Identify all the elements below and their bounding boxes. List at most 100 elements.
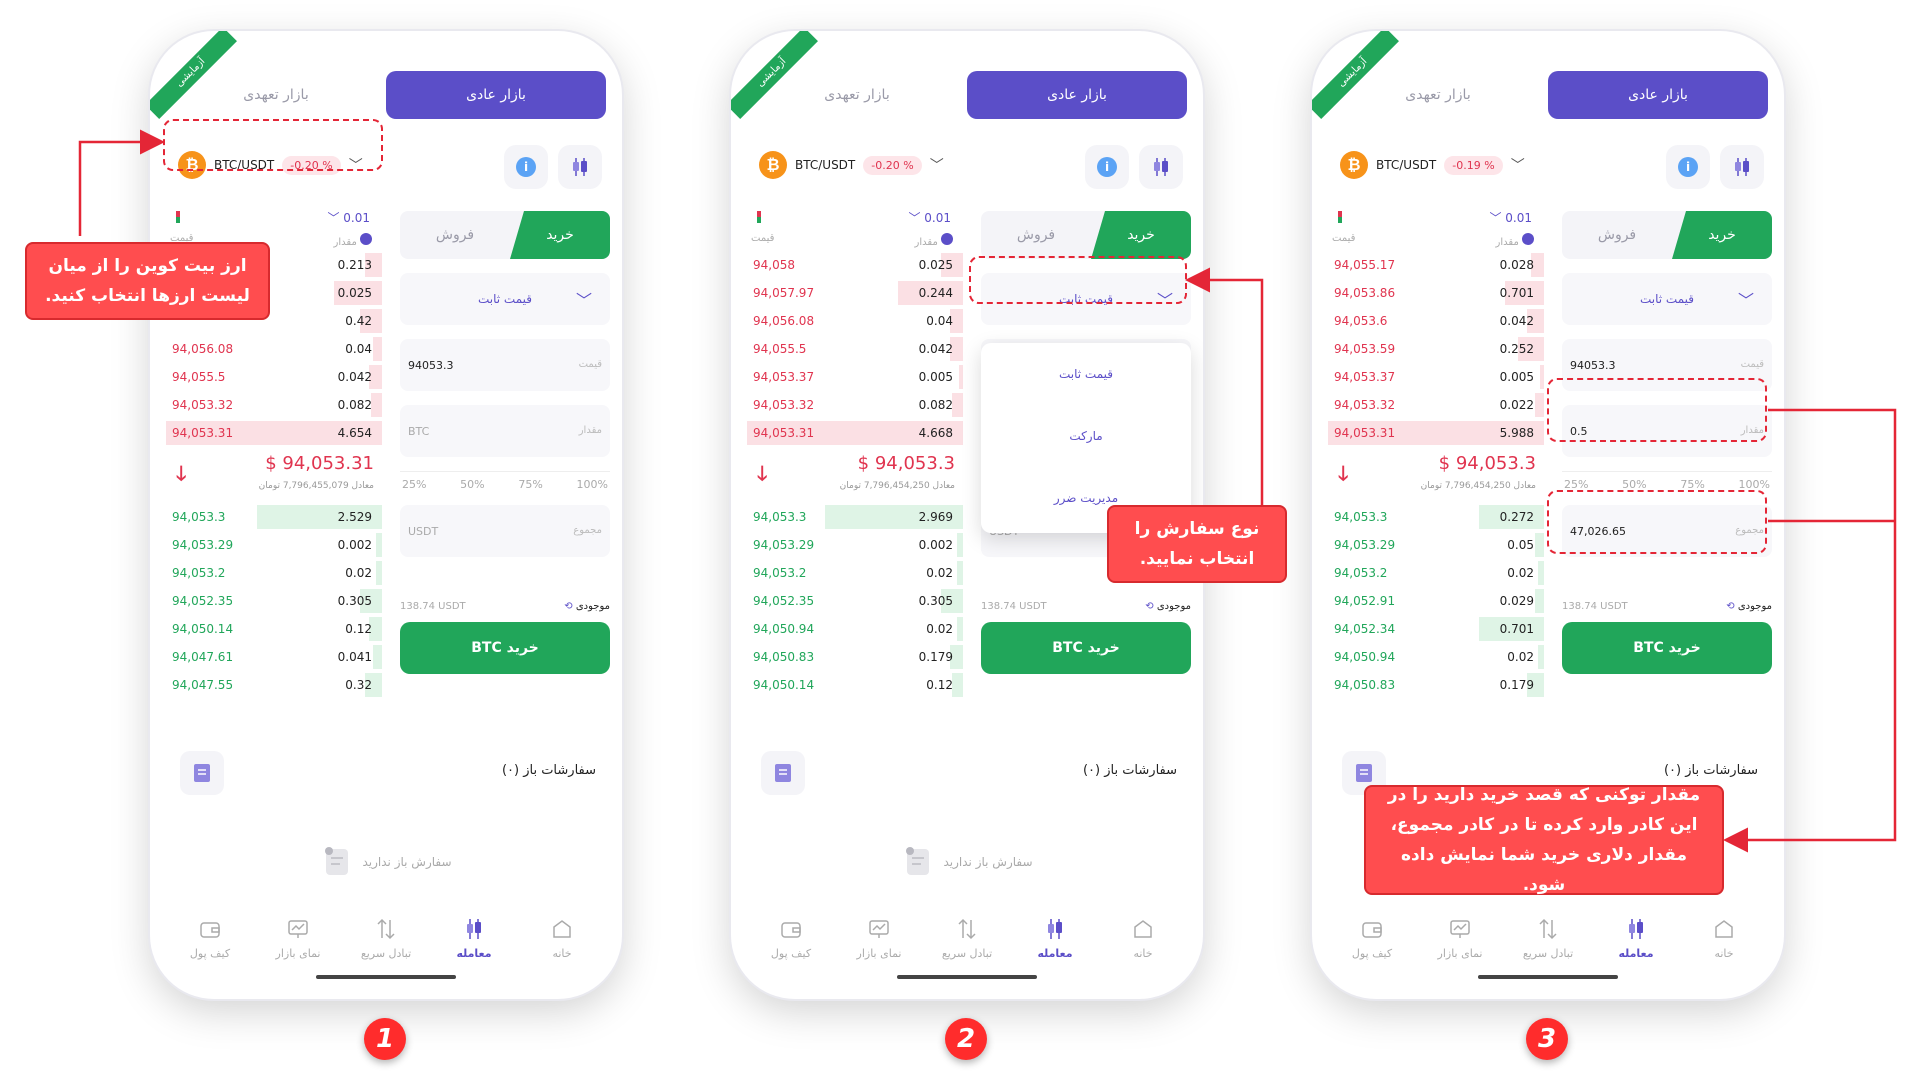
chart-button[interactable] <box>1139 145 1183 189</box>
nav-trade[interactable]: معامله <box>1015 917 1095 997</box>
bid-row[interactable]: 94,053.2 0.02 <box>166 559 382 587</box>
precision-selector[interactable]: ﹀ 0.01 <box>327 209 370 226</box>
precision-selector[interactable]: ﹀ 0.01 <box>908 209 951 226</box>
nav-home[interactable]: خانه <box>522 917 602 997</box>
sell-tab[interactable]: فروش <box>400 211 510 259</box>
nav-quick-swap[interactable]: تبادل سریع <box>1508 917 1588 997</box>
bid-row[interactable]: 94,053.3 2.529 <box>166 503 382 531</box>
ask-row[interactable]: 94,053.6 0.042 <box>1328 307 1544 335</box>
ask-row[interactable]: 94,053.59 0.252 <box>1328 335 1544 363</box>
ask-row[interactable]: 94,056.08 0.04 <box>166 335 382 363</box>
price-input[interactable]: 94053.3 قیمت <box>400 339 610 391</box>
ask-row[interactable]: 94,058 0.025 <box>747 251 963 279</box>
tab-spot-market[interactable]: بازار عادی <box>967 71 1187 119</box>
bid-row[interactable]: 94,050.14 0.12 <box>747 671 963 699</box>
ask-row[interactable]: 94,053.31 4.654 <box>166 419 382 447</box>
info-button[interactable]: i <box>1666 145 1710 189</box>
buy-tab[interactable]: خرید <box>1091 211 1191 259</box>
buy-btc-button[interactable]: خرید BTC <box>1562 622 1772 674</box>
chart-button[interactable] <box>558 145 602 189</box>
nav-market-view[interactable]: نمای بازار <box>258 917 338 997</box>
nav-market-view[interactable]: نمای بازار <box>1420 917 1500 997</box>
ask-row[interactable]: 94,053.37 0.005 <box>747 363 963 391</box>
tab-spot-market[interactable]: بازار عادی <box>386 71 606 119</box>
order-type-option[interactable]: قیمت ثابت <box>981 343 1191 405</box>
bid-row[interactable]: 94,053.2 0.02 <box>1328 559 1544 587</box>
nav-wallet[interactable]: کیف پول <box>751 917 831 997</box>
bid-row[interactable]: 94,053.29 0.05 <box>1328 531 1544 559</box>
order-book-mode-icon[interactable] <box>757 211 761 223</box>
nav-wallet[interactable]: کیف پول <box>170 917 250 997</box>
bid-row[interactable]: 94,050.94 0.02 <box>747 615 963 643</box>
chart-button[interactable] <box>1720 145 1764 189</box>
buy-btc-button[interactable]: خرید BTC <box>400 622 610 674</box>
ask-row[interactable]: 94,053.32 0.082 <box>166 391 382 419</box>
info-button[interactable]: i <box>1085 145 1129 189</box>
order-book-mode-icon[interactable] <box>1338 211 1342 223</box>
percent-25[interactable]: 25% <box>402 478 426 491</box>
percent-75[interactable]: 75% <box>518 478 542 491</box>
nav-market-view[interactable]: نمای بازار <box>839 917 919 997</box>
bid-row[interactable]: 94,052.35 0.305 <box>747 587 963 615</box>
balance-row: 138.74 USDT موجودی ⟲ <box>400 601 610 612</box>
percent-slider[interactable]: 25% 50% 75% 100% <box>400 471 610 491</box>
bid-row[interactable]: 94,047.61 0.041 <box>166 643 382 671</box>
bid-row[interactable]: 94,053.2 0.02 <box>747 559 963 587</box>
ask-row[interactable]: 94,053.32 0.082 <box>747 391 963 419</box>
bid-row[interactable]: 94,050.94 0.02 <box>1328 643 1544 671</box>
bid-row[interactable]: 94,050.14 0.12 <box>166 615 382 643</box>
nav-quick-swap[interactable]: تبادل سریع <box>927 917 1007 997</box>
bid-row[interactable]: 94,050.83 0.179 <box>747 643 963 671</box>
ask-amount: 0.025 <box>918 258 953 272</box>
ask-row[interactable]: 94,053.31 4.668 <box>747 419 963 447</box>
sell-tab[interactable]: فروش <box>981 211 1091 259</box>
order-type-select[interactable]: قیمت ثابت ﹀ <box>1562 273 1772 325</box>
nav-trade[interactable]: معامله <box>434 917 514 997</box>
pair-selector[interactable]: ₿ BTC/USDT -0.19 % ﹀ <box>1332 143 1542 187</box>
buy-tab[interactable]: خرید <box>1672 211 1772 259</box>
ask-row[interactable]: 94,056.08 0.04 <box>747 307 963 335</box>
order-history-button[interactable] <box>761 751 805 795</box>
ask-row[interactable]: 94,053.37 0.005 <box>1328 363 1544 391</box>
amount-input[interactable]: BTC مقدار <box>400 405 610 457</box>
ask-row[interactable]: 94,055.5 0.042 <box>166 363 382 391</box>
order-book-mode-icon[interactable] <box>176 211 180 223</box>
bid-row[interactable]: 94,052.91 0.029 <box>1328 587 1544 615</box>
nav-home[interactable]: خانه <box>1103 917 1183 997</box>
bid-row[interactable]: 94,047.55 0.32 <box>166 671 382 699</box>
nav-wallet[interactable]: کیف پول <box>1332 917 1412 997</box>
price-input-label: قیمت <box>1740 359 1764 370</box>
bid-row[interactable]: 94,052.35 0.305 <box>166 587 382 615</box>
bid-row[interactable]: 94,053.29 0.002 <box>166 531 382 559</box>
tab-spot-market[interactable]: بازار عادی <box>1548 71 1768 119</box>
ask-row[interactable]: 94,057.97 0.244 <box>747 279 963 307</box>
precision-selector[interactable]: ﹀ 0.01 <box>1489 209 1532 226</box>
buy-btc-button[interactable]: خرید BTC <box>981 622 1191 674</box>
total-input[interactable]: USDT مجموع <box>400 505 610 557</box>
percent-100[interactable]: 100% <box>577 478 608 491</box>
info-icon <box>1522 233 1534 245</box>
sell-tab[interactable]: فروش <box>1562 211 1672 259</box>
order-history-button[interactable] <box>180 751 224 795</box>
pair-selector[interactable]: ₿ BTC/USDT -0.20 % ﹀ <box>751 143 961 187</box>
bid-row[interactable]: 94,050.83 0.179 <box>1328 671 1544 699</box>
bid-row[interactable]: 94,053.3 0.272 <box>1328 503 1544 531</box>
percent-slider[interactable]: 25% 50% 75% 100% <box>1562 471 1772 491</box>
nav-quick-swap[interactable]: تبادل سریع <box>346 917 426 997</box>
order-type-option[interactable]: مارکت <box>981 405 1191 467</box>
bid-list: 94,053.3 2.969 94,053.29 0.002 94,053.2 0.02 9… <box>747 503 963 699</box>
bid-row[interactable]: 94,053.29 0.002 <box>747 531 963 559</box>
ask-row[interactable]: 94,053.31 5.988 <box>1328 419 1544 447</box>
bid-row[interactable]: 94,053.3 2.969 <box>747 503 963 531</box>
percent-50[interactable]: 50% <box>460 478 484 491</box>
order-type-select[interactable]: قیمت ثابت ﹀ <box>400 273 610 325</box>
ask-row[interactable]: 94,053.32 0.022 <box>1328 391 1544 419</box>
info-button[interactable]: i <box>504 145 548 189</box>
nav-trade[interactable]: معامله <box>1596 917 1676 997</box>
bid-row[interactable]: 94,052.34 0.701 <box>1328 615 1544 643</box>
ask-row[interactable]: 94,053.86 0.701 <box>1328 279 1544 307</box>
buy-tab[interactable]: خرید <box>510 211 610 259</box>
ask-row[interactable]: 94,055.17 0.028 <box>1328 251 1544 279</box>
ask-row[interactable]: 94,055.5 0.042 <box>747 335 963 363</box>
nav-home[interactable]: خانه <box>1684 917 1764 997</box>
